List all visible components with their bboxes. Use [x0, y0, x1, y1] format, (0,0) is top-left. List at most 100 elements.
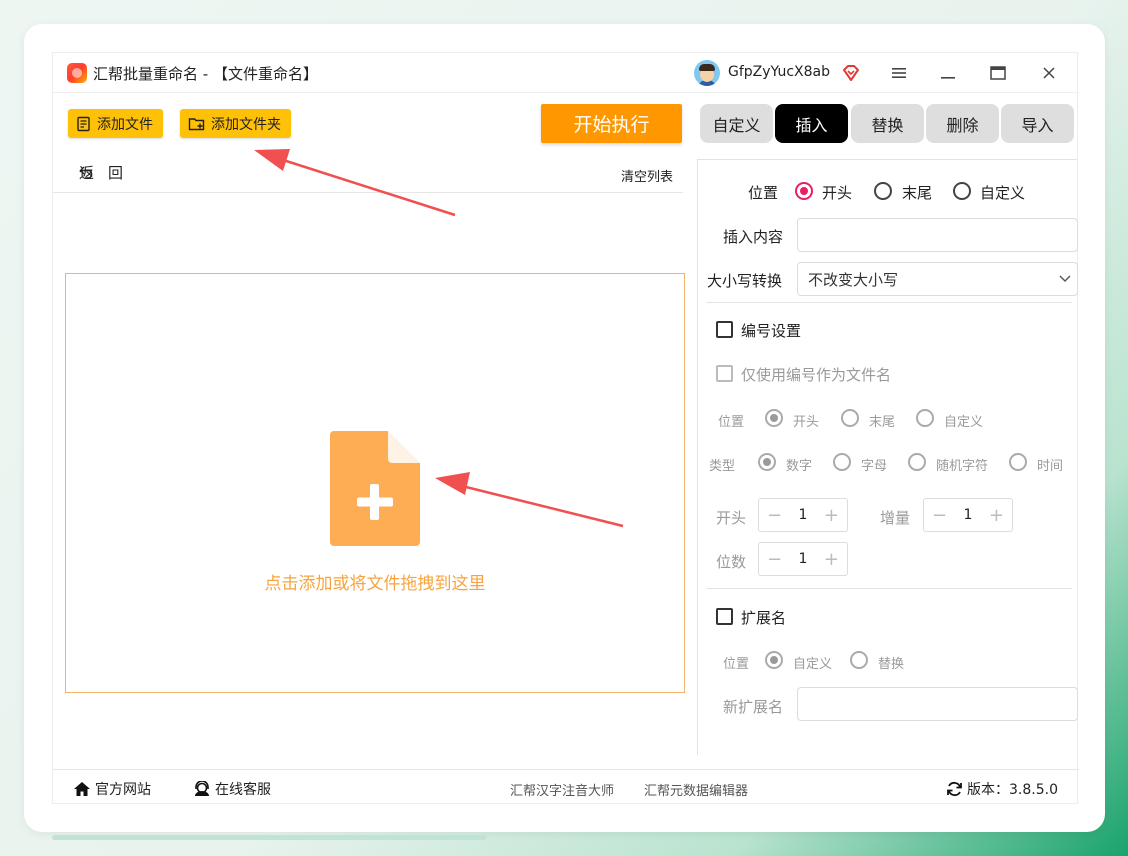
extension-label: 扩展名 — [741, 609, 787, 627]
numbering-start-stepper[interactable]: − 1 + — [758, 498, 848, 532]
type-number-label: 数字 — [786, 459, 813, 474]
numbering-position-label: 位置 — [718, 415, 745, 430]
extension-checkbox[interactable] — [716, 608, 733, 625]
case-convert-select[interactable]: 不改变大小写 — [797, 262, 1078, 296]
user-avatar[interactable] — [694, 60, 720, 86]
numbering-checkbox[interactable] — [716, 321, 733, 338]
tab-delete[interactable]: 删除 — [926, 104, 999, 143]
back-label: 返回 — [79, 163, 138, 182]
type-number-radio[interactable] — [758, 453, 776, 471]
numbering-digits-label: 位数 — [716, 553, 747, 571]
insert-content-label: 插入内容 — [723, 228, 784, 246]
insert-position-start-label: 开头 — [822, 184, 853, 202]
bottom-accent-bar — [52, 835, 486, 840]
add-file-icon — [77, 116, 90, 131]
type-letter-radio[interactable] — [833, 453, 851, 471]
numbering-type-label: 类型 — [709, 459, 736, 474]
app-title: 汇帮批量重命名 - 【文件重命名】 — [93, 65, 318, 83]
plus-icon[interactable]: + — [824, 505, 839, 526]
type-letter-label: 字母 — [861, 459, 888, 474]
numbering-start-value: 1 — [798, 507, 808, 523]
app-logo-icon — [67, 63, 87, 83]
extension-replace-label: 替换 — [878, 657, 905, 672]
divider-numbering — [706, 588, 1072, 589]
numbering-position-custom-label: 自定义 — [944, 415, 984, 430]
insert-position-custom-label: 自定义 — [980, 184, 1026, 202]
annotation-arrow-dropzone — [435, 472, 624, 528]
type-random-label: 随机字符 — [936, 459, 989, 474]
only-number-checkbox[interactable] — [716, 365, 733, 382]
insert-content-input[interactable] — [797, 218, 1078, 252]
add-file-label: 添加文件 — [97, 116, 153, 133]
numbering-position-end-radio[interactable] — [841, 409, 859, 427]
plus-icon[interactable]: + — [989, 505, 1004, 526]
numbering-digits-stepper[interactable]: − 1 + — [758, 542, 848, 576]
insert-position-custom-radio[interactable] — [953, 182, 971, 200]
website-link[interactable]: 官方网站 — [73, 779, 151, 799]
new-extension-label: 新扩展名 — [723, 698, 784, 716]
numbering-increment-stepper[interactable]: − 1 + — [923, 498, 1013, 532]
insert-position-end-label: 末尾 — [902, 184, 933, 202]
annotation-arrow-toolbar — [254, 149, 456, 217]
minimize-icon[interactable] — [935, 61, 961, 85]
clear-list-button[interactable]: 清空列表 — [621, 166, 673, 185]
home-icon — [74, 782, 90, 796]
numbering-label: 编号设置 — [741, 322, 802, 340]
tab-insert[interactable]: 插入 — [775, 104, 848, 143]
case-convert-label: 大小写转换 — [707, 272, 783, 290]
plus-icon[interactable]: + — [824, 549, 839, 570]
tab-import[interactable]: 导入 — [1001, 104, 1074, 143]
case-convert-value: 不改变大小写 — [808, 271, 899, 289]
version-info[interactable]: 版本：3.8.5.0 — [946, 779, 1058, 799]
username[interactable]: GfpZyYucX8ab — [728, 64, 830, 80]
insert-position-start-radio[interactable] — [795, 182, 813, 200]
type-random-radio[interactable] — [908, 453, 926, 471]
refresh-icon — [947, 781, 962, 797]
start-button[interactable]: 开始执行 — [541, 104, 682, 143]
minus-icon[interactable]: − — [932, 505, 947, 526]
insert-position-end-radio[interactable] — [874, 182, 892, 200]
support-link[interactable]: 在线客服 — [193, 779, 271, 799]
divider-insert — [706, 302, 1072, 303]
numbering-position-start-label: 开头 — [793, 415, 820, 430]
type-time-label: 时间 — [1037, 459, 1064, 474]
maximize-icon[interactable] — [985, 61, 1011, 85]
numbering-digits-value: 1 — [798, 551, 808, 567]
extension-custom-label: 自定义 — [793, 657, 833, 672]
add-folder-button[interactable]: 添加文件夹 — [180, 109, 291, 138]
tab-replace[interactable]: 替换 — [851, 104, 924, 143]
title-bar: 汇帮批量重命名 - 【文件重命名】 GfpZyYucX8ab — [53, 53, 1079, 93]
minus-icon[interactable]: − — [767, 549, 782, 570]
numbering-position-end-label: 末尾 — [869, 415, 896, 430]
add-file-button[interactable]: 添加文件 — [68, 109, 163, 138]
website-label: 官方网站 — [95, 782, 151, 798]
numbering-increment-label: 增量 — [880, 509, 911, 527]
add-folder-icon — [188, 117, 205, 130]
new-extension-input[interactable] — [797, 687, 1078, 721]
only-number-label: 仅使用编号作为文件名 — [741, 366, 892, 384]
extension-replace-radio[interactable] — [850, 651, 868, 669]
chevron-down-icon — [1059, 275, 1071, 282]
extension-position-label: 位置 — [723, 657, 750, 672]
support-label: 在线客服 — [215, 782, 271, 798]
headset-icon — [195, 781, 209, 796]
minus-icon[interactable]: − — [767, 505, 782, 526]
insert-settings-panel: 位置 开头 末尾 自定义 插入内容 大小写转换 不改变大小写 编号设置 仅使用编… — [697, 159, 1078, 755]
numbering-position-start-radio[interactable] — [765, 409, 783, 427]
app-window: 汇帮批量重命名 - 【文件重命名】 GfpZyYucX8ab 添加文件 添加文件… — [52, 52, 1079, 805]
close-icon[interactable] — [1036, 61, 1062, 85]
type-time-radio[interactable] — [1009, 453, 1027, 471]
tab-custom[interactable]: 自定义 — [700, 104, 773, 143]
extension-custom-radio[interactable] — [765, 651, 783, 669]
numbering-position-custom-radio[interactable] — [916, 409, 934, 427]
status-bar: 官方网站 在线客服 汇帮汉字注音大师 汇帮元数据编辑器 版本：3.8.5.0 — [53, 769, 1079, 805]
add-file-large-icon — [330, 431, 420, 546]
numbering-increment-value: 1 — [963, 507, 973, 523]
hanzi-pinyin-link[interactable]: 汇帮汉字注音大师 — [510, 780, 614, 799]
drop-hint-text: 点击添加或将文件拖拽到这里 — [264, 574, 486, 594]
menu-icon[interactable] — [886, 61, 912, 85]
back-button[interactable]: 返回 — [79, 164, 123, 182]
numbering-start-label: 开头 — [716, 509, 747, 527]
metadata-editor-link[interactable]: 汇帮元数据编辑器 — [644, 780, 748, 799]
vip-diamond-icon[interactable] — [842, 64, 860, 82]
